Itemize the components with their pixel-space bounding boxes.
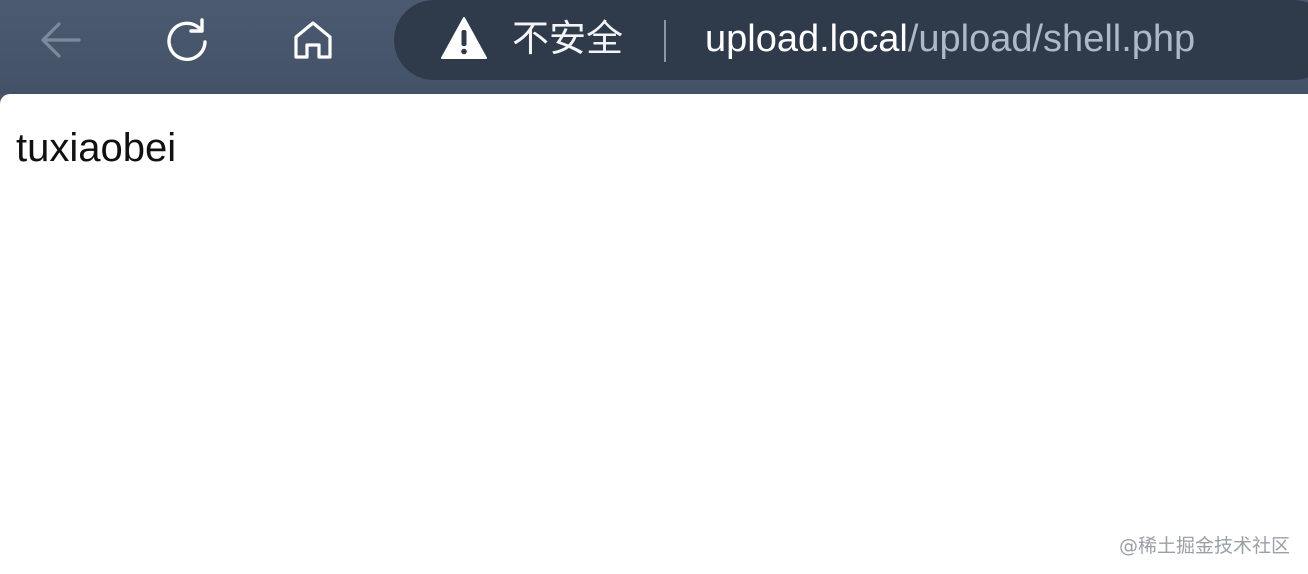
url-divider: [664, 20, 666, 62]
url-text[interactable]: upload.local/upload/shell.php: [705, 14, 1195, 64]
reload-icon: [167, 18, 207, 62]
url-host: upload.local: [705, 18, 908, 60]
url-path: /upload/shell.php: [907, 18, 1196, 60]
security-status-label[interactable]: 不安全: [512, 14, 623, 64]
watermark: @稀土掘金技术社区: [1118, 535, 1290, 557]
reload-button[interactable]: [155, 8, 219, 72]
page-content: tuxiaobei @稀土掘金技术社区: [0, 94, 1308, 574]
address-bar[interactable]: 不安全 upload.local/upload/shell.php: [394, 0, 1308, 80]
arrow-left-icon: [41, 22, 81, 58]
home-button[interactable]: [281, 8, 345, 72]
home-icon: [294, 21, 332, 59]
browser-toolbar: 不安全 upload.local/upload/shell.php: [0, 0, 1308, 94]
page-body-text: tuxiaobei: [16, 126, 177, 170]
warning-icon[interactable]: [440, 16, 488, 60]
back-button[interactable]: [28, 8, 92, 72]
